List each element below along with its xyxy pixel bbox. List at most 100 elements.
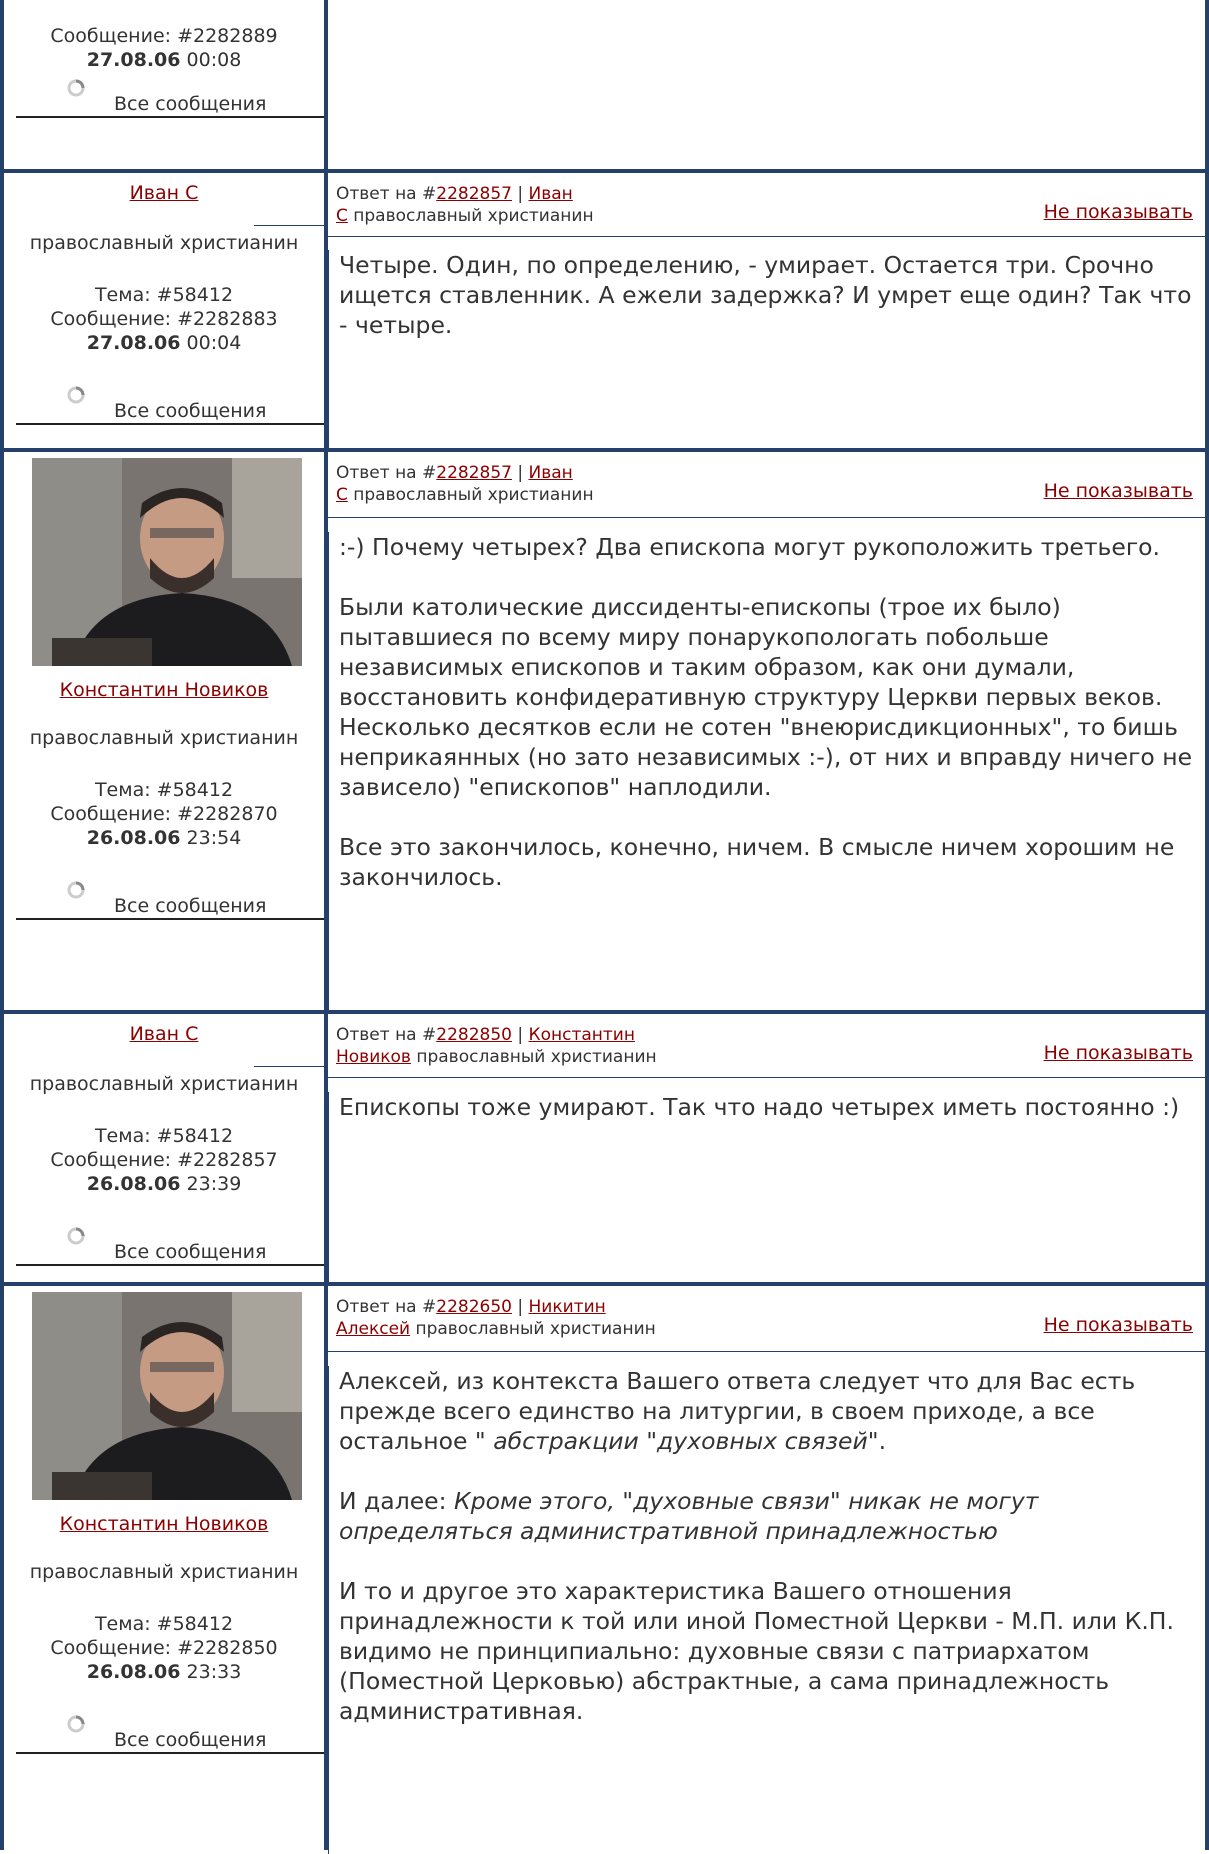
divider (254, 225, 324, 226)
post-meta: Тема: #58412 Сообщение: #2282857 26.08.0… (4, 1124, 324, 1196)
reply-label: Ответ на # (336, 463, 437, 483)
reply-author-role: православный христианин (410, 1047, 657, 1067)
post-time: 23:33 (180, 1661, 242, 1683)
author-role: православный христианин (29, 1073, 299, 1095)
post-paragraph: Все это закончилось, конечно, ничем. В с… (339, 833, 1175, 891)
post-header: Ответ на #2282857 | Иван С православный … (328, 452, 1205, 518)
reply-label: Ответ на # (336, 1025, 437, 1045)
post-paragraph: Алексей, из контекста Вашего ответа след… (339, 1366, 1197, 1456)
reply-info: Ответ на #2282857 | Иван С православный … (336, 184, 594, 226)
author-link[interactable]: Иван С (4, 1022, 324, 1046)
post-meta: Тема: #58412 Сообщение: #2282850 26.08.0… (4, 1612, 324, 1684)
hide-post-link[interactable]: Не показывать (1044, 1042, 1193, 1064)
all-messages-row: Все сообщения (4, 1226, 324, 1266)
hide-post-link[interactable]: Не показывать (1044, 1314, 1193, 1336)
post-content: Ответ на #2282850 | Константин Новиков п… (328, 1014, 1205, 1286)
topic-number: 58412 (172, 284, 234, 306)
avatar-photo-icon (32, 458, 302, 666)
message-label: Сообщение: # (50, 803, 193, 825)
message-label: Сообщение: # (50, 25, 193, 47)
reply-author-link[interactable]: Иван (529, 184, 573, 204)
post-paragraph: Были католические диссиденты-епископы (т… (339, 593, 1193, 801)
post-content (328, 0, 1205, 169)
author-link[interactable]: Иван С (4, 181, 324, 205)
message-number: 2282889 (193, 25, 278, 47)
message-label: Сообщение: # (50, 1637, 193, 1659)
post-author-panel: Иван С православный христианин Тема: #58… (4, 1014, 328, 1286)
post-time: 00:04 (180, 332, 242, 354)
reply-message-link[interactable]: 2282857 (436, 184, 512, 204)
topic-number: 58412 (172, 1613, 234, 1635)
post-meta: Сообщение: #2282889 27.08.06 00:08 (4, 24, 324, 72)
post-text: И далее: (339, 1487, 455, 1515)
all-messages-row: Все сообщения (4, 1714, 324, 1754)
divider (16, 423, 324, 425)
message-number: 2282883 (193, 308, 278, 330)
divider (16, 1752, 324, 1754)
reply-author-link[interactable]: Никитин (529, 1297, 606, 1317)
all-messages-row: Все сообщения (4, 385, 324, 425)
divider (16, 918, 324, 920)
hide-post-link[interactable]: Не показывать (1044, 201, 1193, 223)
all-messages-link[interactable]: Все сообщения (114, 92, 266, 116)
all-messages-link[interactable]: Все сообщения (114, 1728, 266, 1752)
post-author-panel: Сообщение: #2282889 27.08.06 00:08 Все с… (4, 0, 328, 169)
reply-author-link[interactable]: С (336, 206, 348, 226)
topic-number: 58412 (172, 1125, 234, 1147)
reply-author-link[interactable]: Иван (529, 463, 573, 483)
avatar-photo-icon (32, 1292, 302, 1500)
divider (16, 116, 324, 118)
post-meta: Тема: #58412 Сообщение: #2282883 27.08.0… (4, 283, 324, 355)
post: Сообщение: #2282889 27.08.06 00:08 Все с… (0, 0, 1209, 169)
post-text: . (878, 1427, 887, 1455)
reply-author-role: православный христианин (410, 1319, 656, 1339)
post-paragraph: Четыре. Один, по определению, - умирает.… (339, 251, 1192, 339)
all-messages-link[interactable]: Все сообщения (114, 1240, 266, 1264)
author-link[interactable]: Константин Новиков (4, 1512, 324, 1536)
reply-author-link[interactable]: Константин (529, 1025, 635, 1045)
post-time: 23:39 (180, 1173, 242, 1195)
author-role: православный христианин (29, 232, 299, 254)
post-body: :-) Почему четырех? Два епископа могут р… (328, 532, 1205, 1012)
reply-message-link[interactable]: 2282650 (436, 1297, 512, 1317)
reply-message-link[interactable]: 2282857 (436, 463, 512, 483)
loading-spinner-icon (67, 1715, 85, 1733)
topic-number: 58412 (172, 779, 234, 801)
all-messages-link[interactable]: Все сообщения (114, 894, 266, 918)
post-paragraph: Епископы тоже умирают. Так что надо четы… (339, 1093, 1180, 1121)
post-date: 26.08.06 (86, 1173, 181, 1195)
avatar (32, 458, 302, 666)
avatar (32, 1292, 302, 1500)
reply-author-link[interactable]: Алексей (336, 1319, 410, 1339)
post-body: Епископы тоже умирают. Так что надо четы… (328, 1092, 1205, 1282)
reply-info: Ответ на #2282857 | Иван С православный … (336, 463, 594, 505)
all-messages-row: Все сообщения (4, 880, 324, 920)
hide-post-link[interactable]: Не показывать (1044, 480, 1193, 502)
post-content: Ответ на #2282857 | Иван С православный … (328, 452, 1205, 1014)
all-messages-link[interactable]: Все сообщения (114, 399, 266, 423)
topic-label: Тема: # (94, 1613, 173, 1635)
author-link[interactable]: Константин Новиков (4, 678, 324, 702)
reply-author-link[interactable]: С (336, 485, 348, 505)
post-header: Ответ на #2282650 | Никитин Алексей прав… (328, 1286, 1205, 1352)
loading-spinner-icon (67, 79, 85, 97)
post-author-panel: Иван С православный христианин Тема: #58… (4, 173, 328, 452)
post: Константин Новиков православный христиан… (0, 1282, 1209, 1854)
topic-label: Тема: # (94, 284, 173, 306)
post-meta: Тема: #58412 Сообщение: #2282870 26.08.0… (4, 778, 324, 850)
post-date: 27.08.06 (86, 49, 181, 71)
post-paragraph: И то и другое это характеристика Вашего … (339, 1577, 1174, 1725)
post-author-panel: Константин Новиков православный христиан… (4, 452, 328, 1014)
reply-author-link[interactable]: Новиков (336, 1047, 411, 1067)
post-body: Алексей, из контекста Вашего ответа след… (328, 1366, 1205, 1854)
message-label: Сообщение: # (50, 1149, 193, 1171)
post: Иван С православный христианин Тема: #58… (0, 169, 1209, 452)
post-paragraph: И далее: Кроме этого, "духовные связи" н… (339, 1486, 1197, 1546)
post-paragraph: :-) Почему четырех? Два епископа могут р… (339, 533, 1161, 561)
post-time: 00:08 (180, 49, 242, 71)
topic-label: Тема: # (94, 779, 173, 801)
reply-author-role: православный христианин (347, 206, 594, 226)
reply-message-link[interactable]: 2282850 (436, 1025, 512, 1045)
message-number: 2282870 (193, 803, 278, 825)
divider (16, 1264, 324, 1266)
